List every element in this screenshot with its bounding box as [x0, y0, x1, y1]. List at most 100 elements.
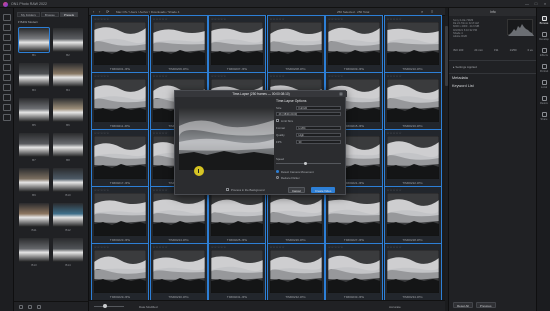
preset-thumbnail[interactable]: [19, 133, 49, 157]
hand-icon[interactable]: [3, 104, 11, 111]
photo-cell[interactable]: ☆☆☆☆☆ TIM00229.JPG: [91, 243, 149, 303]
photo-cell[interactable]: ☆☆☆☆☆ TIM00231.JPG: [208, 243, 266, 303]
module-local[interactable]: Local: [537, 80, 550, 89]
photo-cell[interactable]: ☆☆☆☆☆ TIM00230.JPG: [149, 243, 208, 303]
photo-thumbnail[interactable]: [152, 193, 205, 236]
reduce-flicker-radio[interactable]: [276, 176, 279, 179]
photo-cell[interactable]: ☆☆☆☆☆ TIM00223.JPG: [91, 186, 149, 246]
limit-size-checkbox[interactable]: [276, 119, 279, 122]
cancel-button[interactable]: Cancel: [288, 186, 305, 193]
module-resize[interactable]: Resize: [537, 96, 550, 105]
preset-thumbnail[interactable]: [18, 27, 50, 53]
presets-icon[interactable]: [3, 34, 11, 41]
photo-cell[interactable]: ☆☆☆☆☆TIM00227.JPG: [325, 186, 383, 246]
photo-cell[interactable]: ☆☆☆☆☆ TIM00228.JPG: [383, 186, 442, 246]
photo-cell[interactable]: ☆☆☆☆☆ TIM00201.JPG: [91, 15, 149, 75]
photo-thumbnail[interactable]: [386, 136, 439, 179]
breadcrumb[interactable]: Mac OS / Users / Author / Downloads / Sh…: [116, 10, 179, 14]
tab-my-folders[interactable]: My Folders: [17, 12, 40, 17]
photo-cell[interactable]: ☆☆☆☆☆ TIM00222.JPG: [383, 129, 442, 189]
rating-stars[interactable]: ☆☆☆☆☆: [328, 17, 343, 21]
rating-stars[interactable]: ☆☆☆☆☆: [94, 74, 109, 78]
rating-stars[interactable]: ☆☆☆☆☆: [387, 17, 402, 21]
search-icon[interactable]: ⌕: [421, 10, 425, 14]
maximize-icon[interactable]: □: [534, 1, 538, 6]
preset-thumbnail[interactable]: [53, 168, 83, 192]
rating-stars[interactable]: ☆☆☆☆☆: [153, 188, 168, 192]
rating-stars[interactable]: ☆☆☆☆☆: [328, 245, 343, 249]
photo-cell[interactable]: ☆☆☆☆☆ TIM00208.JPG: [266, 15, 325, 75]
folder-icon[interactable]: [28, 305, 32, 309]
thumbnail-size-slider[interactable]: [94, 306, 124, 307]
rating-stars[interactable]: ☆☆☆☆☆: [211, 245, 226, 249]
photo-cell[interactable]: ☆☆☆☆☆TIM00225.JPG: [208, 186, 266, 246]
photo-thumbnail[interactable]: [386, 22, 439, 65]
photo-cell[interactable]: ☆☆☆☆☆ TIM00206.JPG: [149, 15, 208, 75]
photo-thumbnail[interactable]: [94, 79, 146, 122]
photo-cell[interactable]: ☆☆☆☆☆ TIM00232.JPG: [266, 243, 325, 303]
keyword-list-section[interactable]: Keyword List: [452, 84, 474, 88]
rating-stars[interactable]: ☆☆☆☆☆: [328, 74, 343, 78]
fps-select[interactable]: 30: [296, 139, 341, 144]
photo-thumbnail[interactable]: [328, 250, 380, 293]
crop-icon[interactable]: [3, 54, 11, 61]
add-folder-icon[interactable]: [3, 14, 11, 21]
rating-stars[interactable]: ☆☆☆☆☆: [211, 74, 226, 78]
text-icon[interactable]: [3, 94, 11, 101]
speed-slider-knob[interactable]: [304, 161, 308, 166]
forward-icon[interactable]: ›: [99, 10, 103, 14]
preset-thumbnail[interactable]: [53, 63, 83, 87]
rating-stars[interactable]: ☆☆☆☆☆: [387, 188, 402, 192]
photo-cell[interactable]: ☆☆☆☆☆ TIM00234.JPG: [383, 243, 442, 303]
preset-thumbnail[interactable]: [19, 203, 49, 227]
photo-cell[interactable]: ☆☆☆☆☆ TIM00207.JPG: [208, 15, 266, 75]
photo-thumbnail[interactable]: [94, 193, 146, 236]
preset-thumbnail[interactable]: [53, 238, 83, 262]
filter-icon[interactable]: [3, 24, 11, 31]
photo-thumbnail[interactable]: [386, 79, 439, 122]
slider-knob[interactable]: [103, 304, 107, 309]
rating-stars[interactable]: ☆☆☆☆☆: [153, 74, 168, 78]
back-icon[interactable]: ‹: [93, 10, 97, 14]
refresh-icon[interactable]: ⟳: [106, 10, 110, 14]
format-select[interactable]: H.264: [296, 125, 341, 130]
preset-thumbnail[interactable]: [19, 168, 49, 192]
photo-thumbnail[interactable]: [328, 22, 380, 65]
preview-quality[interactable]: Accurate: [389, 305, 401, 309]
add-icon[interactable]: [19, 305, 23, 309]
preset-thumbnail[interactable]: [19, 63, 49, 87]
tab-presets[interactable]: Presets: [59, 12, 79, 17]
metadata-section[interactable]: Metadata: [452, 76, 468, 80]
photo-thumbnail[interactable]: [211, 22, 263, 65]
photo-thumbnail[interactable]: [211, 193, 263, 236]
module-develop[interactable]: Develop: [537, 32, 550, 41]
photo-thumbnail[interactable]: [386, 250, 439, 293]
rating-stars[interactable]: ☆☆☆☆☆: [94, 245, 109, 249]
layers-icon[interactable]: [3, 44, 11, 51]
module-share[interactable]: Share: [537, 112, 550, 121]
preset-thumbnail[interactable]: [53, 203, 83, 227]
photo-thumbnail[interactable]: [94, 22, 146, 65]
rating-stars[interactable]: ☆☆☆☆☆: [270, 245, 285, 249]
photo-thumbnail[interactable]: [211, 250, 263, 293]
size-select[interactable]: Full HD: [296, 105, 341, 110]
preset-category[interactable]: ▾ B&W Modern: [18, 20, 38, 24]
photo-thumbnail[interactable]: [386, 193, 439, 236]
module-effects[interactable]: Effects: [537, 48, 550, 57]
rating-stars[interactable]: ☆☆☆☆☆: [153, 17, 168, 21]
close-icon[interactable]: ×: [543, 1, 547, 6]
background-checkbox[interactable]: [226, 188, 229, 191]
retouch-icon[interactable]: [3, 84, 11, 91]
gradient-icon[interactable]: [3, 74, 11, 81]
photo-thumbnail[interactable]: [152, 22, 205, 65]
sort-select[interactable]: Date Modified: [139, 305, 158, 309]
create-video-button[interactable]: Create Video: [311, 186, 336, 193]
photo-thumbnail[interactable]: [328, 193, 380, 236]
photo-cell[interactable]: ☆☆☆☆☆ TIM00211.JPG: [91, 72, 149, 132]
photo-thumbnail[interactable]: [269, 250, 322, 293]
info-header[interactable]: Info: [449, 8, 537, 16]
photo-cell[interactable]: ☆☆☆☆☆ TIM00217.JPG: [91, 129, 149, 189]
photo-thumbnail[interactable]: [152, 250, 205, 293]
minimize-icon[interactable]: —: [525, 1, 529, 6]
photo-thumbnail[interactable]: [94, 136, 146, 179]
